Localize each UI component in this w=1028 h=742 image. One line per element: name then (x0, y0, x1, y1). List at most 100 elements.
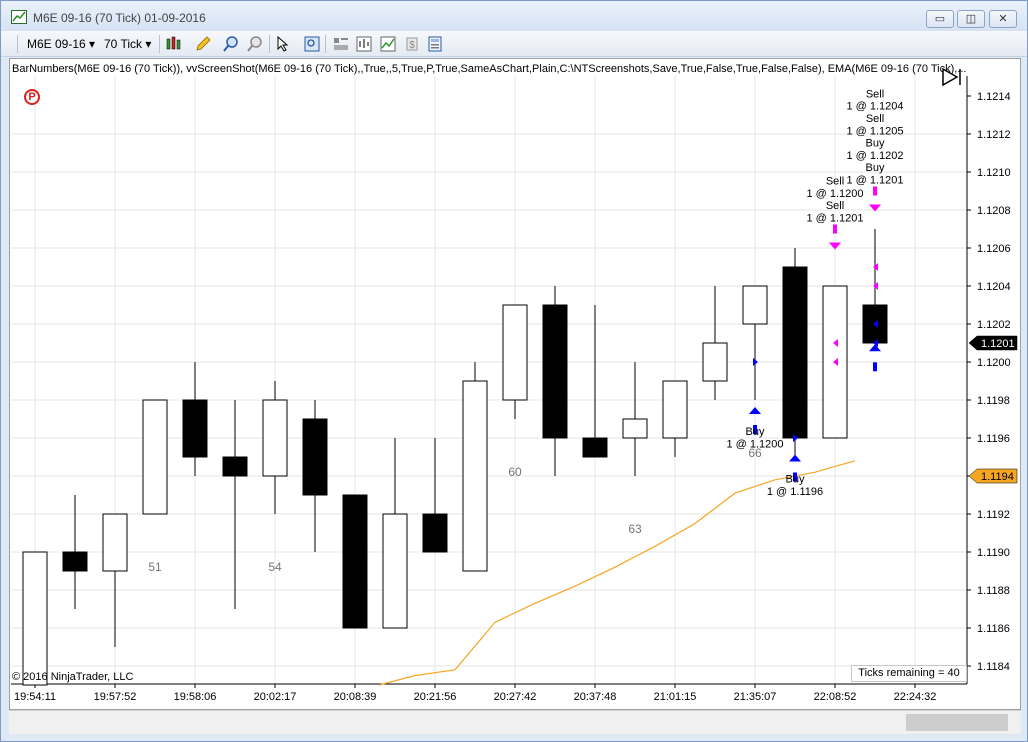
y-tick-label: 1.1200 (977, 357, 1011, 369)
chart-app-icon (11, 10, 27, 24)
candle-body[interactable] (62, 551, 88, 572)
bar-number-label: 63 (628, 522, 642, 536)
restore-icon: ◫ (965, 13, 977, 25)
candle-body[interactable] (422, 513, 448, 553)
y-tick-label: 1.1198 (977, 395, 1010, 407)
buy-arrow-icon (869, 344, 881, 352)
price-chart[interactable]: 1.1212 1.1210 1.1208 1.1206 1.1204 1.1202 1.12… (9, 58, 1021, 710)
y-tick-label: 1.1202 (977, 319, 1011, 331)
bar-number-label: 51 (148, 560, 162, 574)
toolbar-separator (325, 35, 326, 53)
execution-label: 1 @ 1.1205 (846, 125, 903, 137)
candle-body[interactable] (502, 304, 528, 401)
chart-toolbar: M6E 09-16 ▾ 70 Tick ▾ $ (1, 31, 1027, 57)
y-tick-label: 1.1210 (977, 167, 1011, 179)
close-icon: ✕ (998, 13, 1008, 25)
candle-body[interactable] (702, 342, 728, 382)
execution-label: Sell (866, 88, 884, 100)
window-title: M6E 09-16 (70 Tick) 01-09-2016 (33, 11, 206, 25)
y-tick-label: 1.1208 (977, 205, 1011, 217)
candle-body[interactable] (102, 513, 128, 572)
candle-body[interactable] (662, 380, 688, 439)
properties-icon[interactable] (332, 35, 350, 53)
indicators-icon[interactable] (355, 35, 373, 53)
y-tick-label: 1.1184 (977, 661, 1010, 673)
minimize-icon: ▭ (934, 13, 946, 25)
restore-button[interactable]: ◫ (957, 10, 985, 28)
x-tick-label: 22:24:32 (894, 691, 937, 703)
title-bar[interactable]: M6E 09-16 (70 Tick) 01-09-2016 ▭ ◫ ✕ (1, 1, 1027, 31)
data-box-icon[interactable] (303, 35, 321, 53)
execution-label: Buy (786, 474, 805, 486)
copyright-text: © 2016 NinjaTrader, LLC (12, 671, 134, 683)
screenshot-p-badge[interactable]: P (24, 89, 40, 105)
candle-body[interactable] (222, 456, 248, 477)
pencil-draw-icon[interactable] (194, 35, 212, 53)
toolbar-separator (269, 35, 270, 53)
instrument-selector[interactable]: M6E 09-16 ▾ (27, 37, 95, 51)
x-tick-label: 20:27:42 (494, 691, 537, 703)
zoom-out-icon[interactable] (246, 35, 264, 53)
y-tick-label: 1.1192 (977, 509, 1010, 521)
x-tick-label: 20:37:48 (574, 691, 617, 703)
candle-body[interactable] (342, 494, 368, 629)
money-icon[interactable]: $ (403, 35, 421, 53)
candle-body[interactable] (262, 399, 288, 477)
candle-body[interactable] (22, 551, 48, 686)
x-tick-label: 20:02:17 (254, 691, 297, 703)
candle-body[interactable] (782, 266, 808, 439)
y-tick-label: 1.1190 (977, 547, 1010, 559)
chart-style-icon[interactable] (165, 35, 183, 53)
interval-selector[interactable]: 70 Tick ▾ (104, 37, 151, 51)
close-button[interactable]: ✕ (989, 10, 1017, 28)
y-tick-label: 1.1212 (977, 129, 1011, 141)
candle-body[interactable] (142, 399, 168, 515)
buy-arrow-icon (789, 454, 801, 462)
sell-arrow-shaft (833, 224, 837, 234)
execution-label: 1 @ 1.1204 (846, 101, 903, 113)
x-tick-label: 19:58:06 (174, 691, 217, 703)
zoom-in-icon[interactable] (222, 35, 240, 53)
y-tick-label: 1.1186 (977, 623, 1010, 635)
interval-label: 70 Tick (104, 37, 143, 51)
horizontal-scrollbar[interactable] (9, 710, 1021, 734)
sell-arrow-shaft (873, 186, 877, 196)
candle-body[interactable] (542, 304, 568, 439)
execution-label: 1 @ 1.1201 (806, 213, 863, 225)
execution-label: 1 @ 1.1200 (726, 438, 783, 450)
candle-body[interactable] (462, 380, 488, 572)
y-tick-label: 1.1206 (977, 243, 1011, 255)
x-tick-label: 20:08:39 (334, 691, 377, 703)
templates-icon[interactable] (426, 35, 444, 53)
minimize-button[interactable]: ▭ (926, 10, 954, 28)
candle-body[interactable] (382, 513, 408, 629)
strategies-icon[interactable] (379, 35, 397, 53)
ema-price-tag-text: 1.1194 (981, 471, 1014, 483)
candle-body[interactable] (622, 418, 648, 439)
scroll-to-end-icon[interactable] (941, 67, 963, 87)
bar-number-label: 60 (508, 465, 522, 479)
indicator-label: BarNumbers(M6E 09-16 (70 Tick)), vvScree… (12, 63, 967, 75)
chevron-down-icon: ▾ (89, 37, 96, 51)
x-tick-label: 21:35:07 (734, 691, 777, 703)
y-tick-label: 1.1214 (977, 91, 1011, 103)
candle-body[interactable] (302, 418, 328, 496)
toolbar-separator (159, 35, 160, 53)
svg-text:$: $ (409, 40, 415, 51)
buy-arrow-shaft (873, 362, 877, 372)
y-tick-label: 1.1196 (977, 433, 1010, 445)
scrollbar-thumb[interactable] (906, 714, 1008, 731)
toolbar-grip (17, 35, 18, 53)
execution-label: 1 @ 1.1196 (767, 486, 823, 498)
candle-body[interactable] (742, 285, 768, 325)
execution-label: 1 @ 1.1202 (846, 150, 903, 162)
candle-body[interactable] (182, 399, 208, 458)
x-tick-label: 19:54:11 (14, 691, 56, 703)
pointer-icon[interactable] (275, 35, 293, 53)
execution-label: Buy (746, 426, 765, 438)
x-tick-label: 22:08:52 (814, 691, 857, 703)
x-tick-label: 19:57:52 (94, 691, 137, 703)
chart-window: M6E 09-16 (70 Tick) 01-09-2016 ▭ ◫ ✕ M6E… (0, 0, 1028, 742)
ticks-remaining-box: Ticks remaining = 40 (851, 665, 967, 682)
candle-body[interactable] (582, 437, 608, 458)
